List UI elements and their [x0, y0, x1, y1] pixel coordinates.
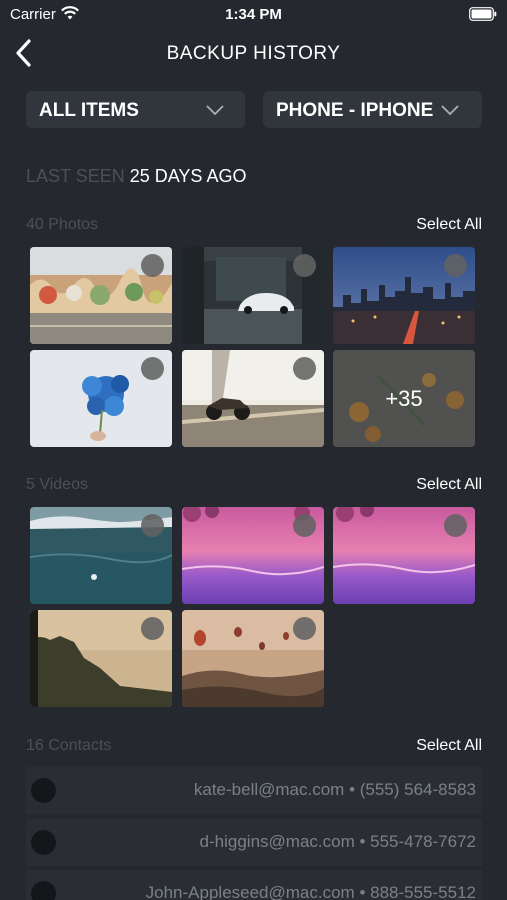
select-toggle[interactable]: [293, 617, 316, 640]
chevron-down-icon: [206, 105, 224, 116]
battery-icon: [469, 7, 497, 21]
contact-details: kate-bell@mac.com • (555) 564-8583: [193, 780, 476, 799]
contact-row[interactable]: d-higgins@mac.com • 555-478-7672: [26, 819, 482, 866]
select-toggle[interactable]: [141, 514, 164, 537]
select-toggle[interactable]: [141, 254, 164, 277]
video-thumbnail[interactable]: [333, 507, 475, 604]
contact-details: John-Appleseed@mac.com • 888-555-5512: [145, 883, 476, 900]
video-thumbnail[interactable]: [182, 610, 324, 707]
more-photos-count: +35: [385, 385, 423, 411]
select-toggle[interactable]: [141, 617, 164, 640]
select-toggle[interactable]: [293, 254, 316, 277]
photo-thumbnail[interactable]: +35: [333, 350, 475, 447]
video-thumbnail[interactable]: [30, 507, 172, 604]
video-thumbnail[interactable]: [30, 610, 172, 707]
items-filter-label: ALL ITEMS: [39, 100, 139, 121]
status-bar: Carrier 1:34 PM: [0, 0, 507, 30]
items-filter-dropdown[interactable]: ALL ITEMS: [26, 91, 245, 128]
select-toggle[interactable]: [31, 881, 56, 900]
photo-thumbnail[interactable]: [30, 247, 172, 344]
select-toggle[interactable]: [293, 357, 316, 380]
last-seen-label: LAST SEEN: [26, 166, 125, 186]
clock: 1:34 PM: [225, 6, 282, 23]
photos-count: 40 Photos: [26, 216, 99, 233]
select-toggle[interactable]: [293, 514, 316, 537]
more-photos-overlay[interactable]: +35: [333, 350, 475, 447]
contacts-count: 16 Contacts: [26, 737, 112, 754]
contact-row[interactable]: kate-bell@mac.com • (555) 564-8583: [26, 767, 482, 814]
select-toggle[interactable]: [141, 357, 164, 380]
select-toggle[interactable]: [444, 514, 467, 537]
photos-select-all-button[interactable]: Select All: [416, 216, 482, 234]
photo-thumbnail[interactable]: [182, 350, 324, 447]
photo-thumbnail[interactable]: [182, 247, 324, 344]
page-title: BACKUP HISTORY: [166, 43, 341, 64]
nav-bar: BACKUP HISTORY: [0, 30, 507, 76]
last-seen-value: 25 DAYS AGO: [129, 166, 247, 186]
chevron-down-icon: [441, 105, 459, 116]
select-toggle[interactable]: [31, 830, 56, 855]
contacts-section-header: 16 Contacts Select All: [26, 737, 482, 759]
select-toggle[interactable]: [31, 778, 56, 803]
photo-thumbnail[interactable]: [333, 247, 475, 344]
last-seen: LAST SEEN 25 DAYS AGO: [26, 166, 246, 187]
device-filter-label: PHONE - IPHONE: [276, 100, 434, 121]
video-thumbnail[interactable]: [182, 507, 324, 604]
device-filter-dropdown[interactable]: PHONE - IPHONE: [263, 91, 482, 128]
contact-details: d-higgins@mac.com • 555-478-7672: [199, 832, 476, 851]
contact-row[interactable]: John-Appleseed@mac.com • 888-555-5512: [26, 870, 482, 900]
contacts-select-all-button[interactable]: Select All: [416, 737, 482, 755]
videos-section-header: 5 Videos Select All: [26, 476, 482, 498]
photos-section-header: 40 Photos Select All: [26, 216, 482, 238]
videos-select-all-button[interactable]: Select All: [416, 476, 482, 494]
videos-count: 5 Videos: [26, 476, 88, 493]
select-toggle[interactable]: [444, 254, 467, 277]
photo-thumbnail[interactable]: [30, 350, 172, 447]
